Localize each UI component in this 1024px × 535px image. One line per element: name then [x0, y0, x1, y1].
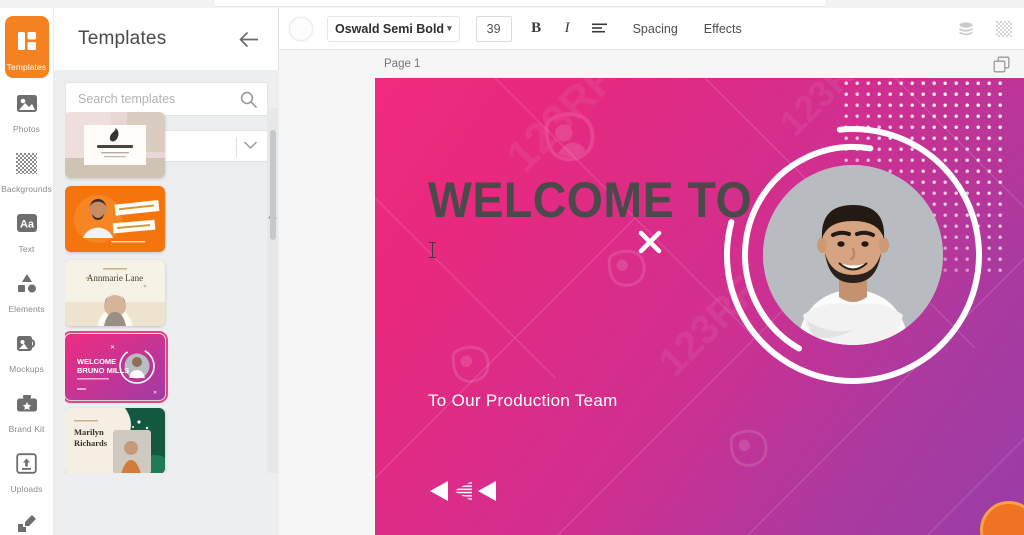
search-input[interactable]	[78, 92, 233, 106]
arrow-left-icon[interactable]	[239, 31, 259, 47]
headline-text[interactable]: WELCOME TO	[428, 175, 752, 225]
font-size-input[interactable]: 39	[475, 15, 512, 42]
effects-button[interactable]: Effects	[704, 22, 742, 36]
svg-text:✕: ✕	[153, 390, 157, 396]
image-editor-app: Templates Photos Backgrounds Aa Text Ele…	[0, 0, 1024, 535]
panel-header: Templates	[54, 8, 278, 70]
sidebar-label-text: Text	[18, 244, 35, 254]
svg-text:WELCOME: WELCOME	[77, 357, 116, 366]
align-left-icon[interactable]	[591, 17, 607, 41]
sidebar-item-templates[interactable]: Templates	[4, 16, 49, 78]
x-mark-icon-top[interactable]	[637, 229, 663, 255]
sidebar-label-uploads: Uploads	[10, 484, 43, 494]
portrait-photo	[763, 165, 943, 345]
sidebar-item-brand-kit[interactable]: Brand Kit	[0, 378, 54, 438]
chevron-down-icon: ▾	[447, 23, 452, 33]
sidebar-label-backgrounds: Backgrounds	[1, 184, 52, 194]
page-bar: Page 1	[279, 50, 1024, 78]
bold-button[interactable]: B	[530, 17, 543, 41]
templates-panel: Templates Welcome Card	[54, 8, 279, 535]
template-thumb-kristine-nguyen[interactable]	[65, 112, 165, 178]
template-thumb-annmarie-lane[interactable]: Annmarie Lane	[65, 260, 165, 326]
page-label: Page 1	[384, 58, 421, 70]
font-size-value: 39	[486, 21, 501, 36]
italic-button[interactable]: I	[561, 17, 574, 41]
template-thumb-marilyn-richards[interactable]: Marilyn Richards	[65, 408, 165, 473]
sidebar-item-backgrounds[interactable]: Backgrounds	[0, 138, 54, 198]
panel-title: Templates	[78, 28, 167, 49]
photo-icon	[8, 84, 46, 122]
briefcase-icon	[8, 384, 46, 422]
search-icon[interactable]	[240, 91, 257, 108]
triangle-arrows-icon[interactable]	[426, 479, 500, 503]
bulk-edit-icon	[8, 504, 46, 535]
sidebar-item-photos[interactable]: Photos	[0, 78, 54, 138]
svg-text:123RF: 123RF	[497, 78, 625, 181]
text-cursor	[429, 242, 436, 258]
upload-icon	[8, 444, 46, 482]
grid-layout-icon	[7, 22, 46, 60]
svg-text:BRUNO MILLS: BRUNO MILLS	[77, 366, 129, 375]
template-thumb-lets-welcome[interactable]	[65, 186, 165, 252]
orange-circle-shape	[980, 501, 1024, 535]
mockup-icon	[8, 324, 46, 362]
font-family-dropdown[interactable]: Oswald Semi Bold ▾	[327, 15, 460, 42]
sidebar-item-bulk-edit[interactable]: Bulk Edit	[0, 498, 54, 535]
template-thumb-welcome-bruno-mills[interactable]: WELCOME BRUNO MILLS ✕ ✕	[65, 331, 168, 403]
svg-text:Aa: Aa	[19, 219, 34, 231]
text-color-swatch[interactable]	[289, 16, 313, 41]
search-templates-field[interactable]	[65, 82, 268, 116]
svg-text:Annmarie Lane: Annmarie Lane	[87, 273, 143, 283]
font-family-value: Oswald Semi Bold	[335, 21, 445, 36]
text-aa-icon: Aa	[8, 204, 46, 242]
sidebar-item-elements[interactable]: Elements	[0, 258, 54, 318]
spacing-button[interactable]: Spacing	[633, 22, 678, 36]
portrait-ring-group[interactable]	[721, 123, 985, 387]
sidebar-label-brand-kit: Brand Kit	[8, 424, 45, 434]
duplicate-page-icon[interactable]	[993, 56, 1010, 73]
text-format-toolbar: Oswald Semi Bold ▾ 39 B I Spacing Effect…	[279, 8, 1024, 50]
layers-icon[interactable]	[958, 21, 974, 37]
sidebar-label-mockups: Mockups	[9, 364, 44, 374]
svg-text:Richards: Richards	[74, 438, 108, 448]
subheadline-text[interactable]: To Our Production Team	[428, 391, 618, 411]
sidebar-item-mockups[interactable]: Mockups	[0, 318, 54, 378]
sidebar-item-text[interactable]: Aa Text	[0, 198, 54, 258]
checker-pattern-icon	[8, 144, 46, 182]
toolbar-right-group	[958, 20, 1012, 37]
window-top-strip-inner	[215, 0, 825, 7]
sidebar-label-photos: Photos	[12, 124, 41, 134]
design-canvas[interactable]: 123RF 123RF 123RF WELCOME TO To Our Prod…	[375, 78, 1024, 535]
shapes-icon	[8, 264, 46, 302]
sidebar-label-templates: Templates	[6, 62, 47, 72]
sidebar-label-elements: Elements	[8, 304, 45, 314]
svg-text:Marilyn: Marilyn	[74, 427, 104, 437]
panel-scrollbar-thumb[interactable]	[270, 130, 276, 240]
template-thumbnail-list: Annmarie Lane WELCOME BRUNO MILLS ✕ ✕ Ma…	[65, 112, 268, 473]
sidebar-item-uploads[interactable]: Uploads	[0, 438, 54, 498]
svg-text:✕: ✕	[110, 345, 115, 351]
left-icon-rail: Templates Photos Backgrounds Aa Text Ele…	[0, 8, 54, 535]
canvas-region: Page 1 123RF 123RF 123RF WELCOME TO To O…	[279, 50, 1024, 535]
transparency-grid-icon[interactable]	[996, 20, 1012, 37]
